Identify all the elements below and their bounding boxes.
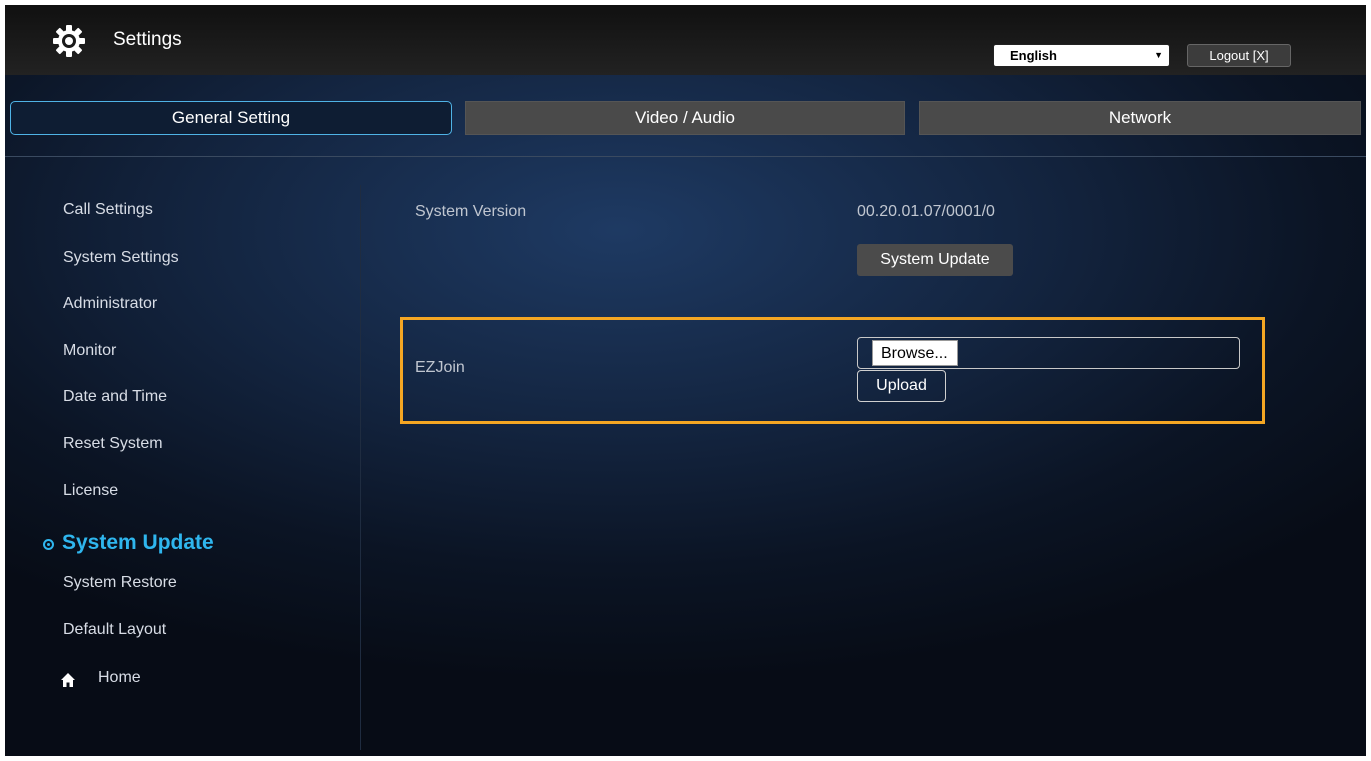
tab-video-audio[interactable]: Video / Audio bbox=[465, 101, 905, 135]
sidebar-item-monitor[interactable]: Monitor bbox=[63, 342, 116, 360]
sidebar-divider bbox=[360, 185, 361, 750]
language-select-value: English bbox=[1010, 48, 1057, 63]
active-indicator-icon bbox=[43, 539, 54, 550]
tab-general-setting[interactable]: General Setting bbox=[10, 101, 452, 135]
system-update-button[interactable]: System Update bbox=[857, 244, 1013, 276]
chevron-down-icon: ▼ bbox=[1154, 50, 1163, 60]
sidebar-item-system-settings[interactable]: System Settings bbox=[63, 249, 179, 267]
tab-network[interactable]: Network bbox=[919, 101, 1361, 135]
logout-button[interactable]: Logout [X] bbox=[1187, 44, 1291, 67]
language-select[interactable]: English ▼ bbox=[993, 44, 1170, 67]
browse-button[interactable]: Browse... bbox=[872, 340, 958, 366]
sidebar-item-system-restore[interactable]: System Restore bbox=[63, 574, 177, 592]
sidebar-item-label: System Update bbox=[62, 531, 214, 554]
sidebar-item-date-and-time[interactable]: Date and Time bbox=[63, 388, 167, 406]
settings-window: Settings English ▼ Logout [X] General Se… bbox=[5, 5, 1366, 756]
sidebar-item-administrator[interactable]: Administrator bbox=[63, 295, 157, 313]
sidebar-item-license[interactable]: License bbox=[63, 482, 118, 500]
upload-button[interactable]: Upload bbox=[857, 370, 946, 402]
ezjoin-label: EZJoin bbox=[415, 359, 465, 376]
sidebar-item-reset-system[interactable]: Reset System bbox=[63, 435, 163, 453]
sidebar-item-home[interactable]: Home bbox=[98, 669, 141, 687]
system-version-label: System Version bbox=[415, 203, 527, 220]
divider bbox=[5, 156, 1366, 157]
top-bar: Settings English ▼ Logout [X] bbox=[5, 5, 1366, 75]
file-input[interactable]: Browse... bbox=[857, 337, 1240, 369]
sidebar-item-default-layout[interactable]: Default Layout bbox=[63, 621, 166, 639]
home-icon[interactable] bbox=[60, 672, 76, 688]
system-version-value: 00.20.01.07/0001/0 bbox=[857, 203, 995, 220]
gear-icon bbox=[53, 25, 85, 57]
ezjoin-highlight-box bbox=[400, 317, 1265, 424]
page-title: Settings bbox=[113, 29, 182, 50]
sidebar-item-call-settings[interactable]: Call Settings bbox=[63, 201, 153, 219]
sidebar-item-system-update[interactable]: System Update bbox=[43, 531, 214, 555]
